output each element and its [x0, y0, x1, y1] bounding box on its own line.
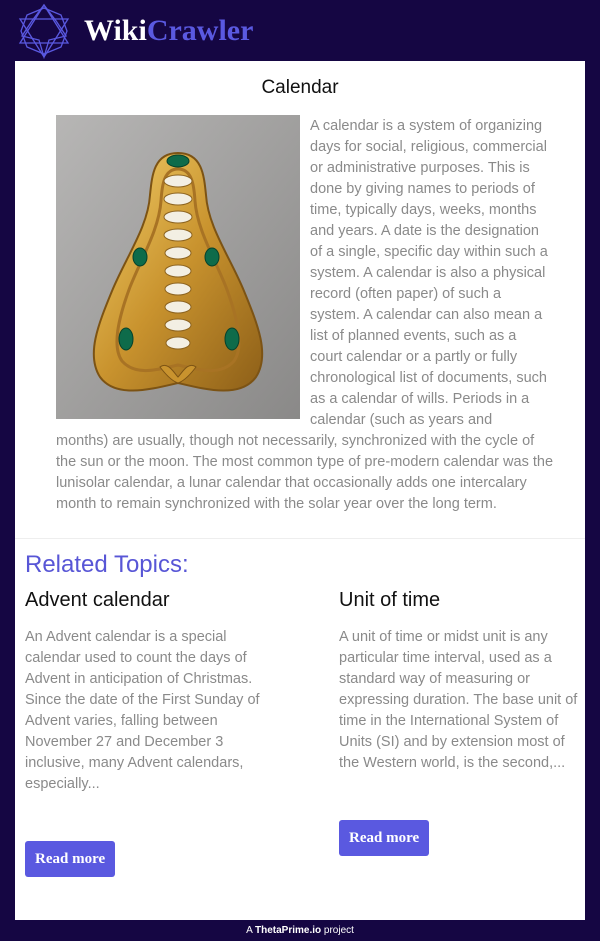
article-summary-bottom: months) are usually, though not necessar… — [56, 431, 554, 515]
related-topic-title[interactable]: Unit of time — [339, 588, 440, 612]
site-header: WikiCrawler — [0, 0, 600, 61]
site-footer: A ThetaPrime.io project — [0, 922, 600, 940]
site-logo-text[interactable]: WikiCrawler — [84, 13, 253, 49]
article-text-line: calendar (such as years and — [310, 412, 493, 428]
related-topics-heading: Related Topics: — [25, 551, 189, 578]
article-text-line: and years. A date is the designation — [310, 223, 539, 239]
related-topic-title[interactable]: Advent calendar — [25, 588, 170, 612]
related-topic-line: calendar used to count the days of — [25, 650, 247, 666]
related-topic-line: particular time interval, used as a — [339, 650, 552, 666]
related-topic-summary: A unit of time or midst unit is any part… — [339, 627, 579, 774]
related-topic-line: expressing duration. The base unit of — [339, 692, 578, 708]
read-more-button[interactable]: Read more — [25, 841, 116, 877]
article-text-line: record (often paper) of such a — [310, 286, 502, 302]
related-topic-line: Advent in anticipation of Christmas. — [25, 671, 253, 687]
article-text-line: as a calendar of wills. Periods in a — [310, 391, 530, 407]
footer-prefix: A — [246, 925, 255, 936]
article-text-line: days for social, religious, commercial — [310, 139, 547, 155]
related-topic-line: inclusive, many Advent calendars, — [25, 755, 244, 771]
article-text-line: A calendar is a system of organizing — [310, 118, 543, 134]
article-text-line: month to remain synchronized with the so… — [56, 496, 497, 512]
related-topic-line: November 27 and December 3 — [25, 734, 224, 750]
related-topic-line: especially... — [25, 776, 100, 792]
article-text-line: or administrative purposes. This is — [310, 160, 530, 176]
section-divider — [15, 538, 585, 539]
article-text-line: system. A calendar can also mean a — [310, 307, 543, 323]
footer-suffix: project — [321, 925, 354, 936]
article-text-line: lunisolar calendar, a lunar calendar tha… — [56, 475, 527, 491]
related-topic-line: Units (SI) and by extension most of — [339, 734, 565, 750]
article-image — [56, 115, 300, 419]
related-topic-line: An Advent calendar is a special — [25, 629, 227, 645]
article-text-line: time, typically days, weeks, months — [310, 202, 537, 218]
article-title: Calendar — [261, 77, 339, 98]
related-topic-line: A unit of time or midst unit is any — [339, 629, 548, 645]
article-text-line: the sun or the moon. The most common typ… — [56, 454, 554, 470]
brand-wiki: Wiki — [84, 14, 147, 47]
article-text-line: months) are usually, though not necessar… — [56, 433, 535, 449]
related-topic-line: the Western world, is the second,... — [339, 755, 566, 771]
related-topic-line: Advent varies, falling between — [25, 713, 218, 729]
related-topic-summary: An Advent calendar is a special calendar… — [25, 627, 275, 795]
read-more-button[interactable]: Read more — [339, 820, 430, 856]
article-summary-top: A calendar is a system of organizing day… — [310, 116, 550, 431]
related-topic-line: standard way of measuring or — [339, 671, 531, 687]
article-text-line: system. A calendar is also a physical — [310, 265, 546, 281]
star-outline-icon — [18, 3, 70, 59]
related-topic-line: Since the date of the First Sunday of — [25, 692, 260, 708]
footer-brand-link[interactable]: ThetaPrime.io — [255, 925, 321, 936]
article-text-line: court calendar or a partly or fully — [310, 349, 518, 365]
article-text-line: chronological list of documents, such — [310, 370, 547, 386]
article-text-line: list of planned events, such as a — [310, 328, 517, 344]
brand-crawler: Crawler — [146, 14, 254, 47]
article-text-line: of a single, specific day within such a — [310, 244, 548, 260]
related-topic-line: time in the International System of — [339, 713, 559, 729]
article-text-line: done by giving names to periods of — [310, 181, 535, 197]
